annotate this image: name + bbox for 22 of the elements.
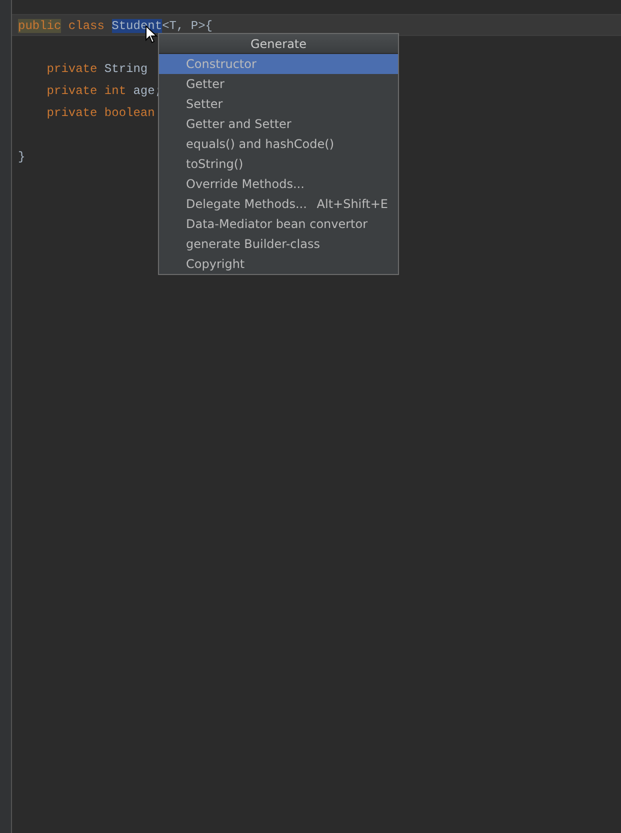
menu-item-label: Delegate Methods... [186,196,307,213]
menu-item[interactable]: Override Methods... [159,174,398,194]
menu-item[interactable]: equals() and hashCode() [159,134,398,154]
selected-code-text: Student [112,19,162,33]
menu-item[interactable]: Copyright [159,254,398,274]
code-text: class [67,19,106,33]
code-text: String [104,62,148,76]
menu-item[interactable]: generate Builder-class [159,234,398,254]
code-text: private [46,62,98,76]
menu-item[interactable]: Delegate Methods... Alt+Shift+E [159,194,398,214]
code-text: } [18,150,26,164]
shortcut-text: Alt+Shift+E [316,196,388,213]
popup-title: Generate [159,34,398,54]
menu-item[interactable]: Setter [159,94,398,114]
code-text: public [18,19,62,33]
menu-item[interactable]: Getter and Setter [159,114,398,134]
menu-item[interactable]: Getter [159,74,398,94]
menu-item[interactable]: toString() [159,154,398,174]
menu-item[interactable]: Data-Mediator bean convertor [159,214,398,234]
code-text: <T, P>{ [162,19,212,33]
code-text: private int [46,84,128,98]
code-text: private boolean [46,106,155,120]
